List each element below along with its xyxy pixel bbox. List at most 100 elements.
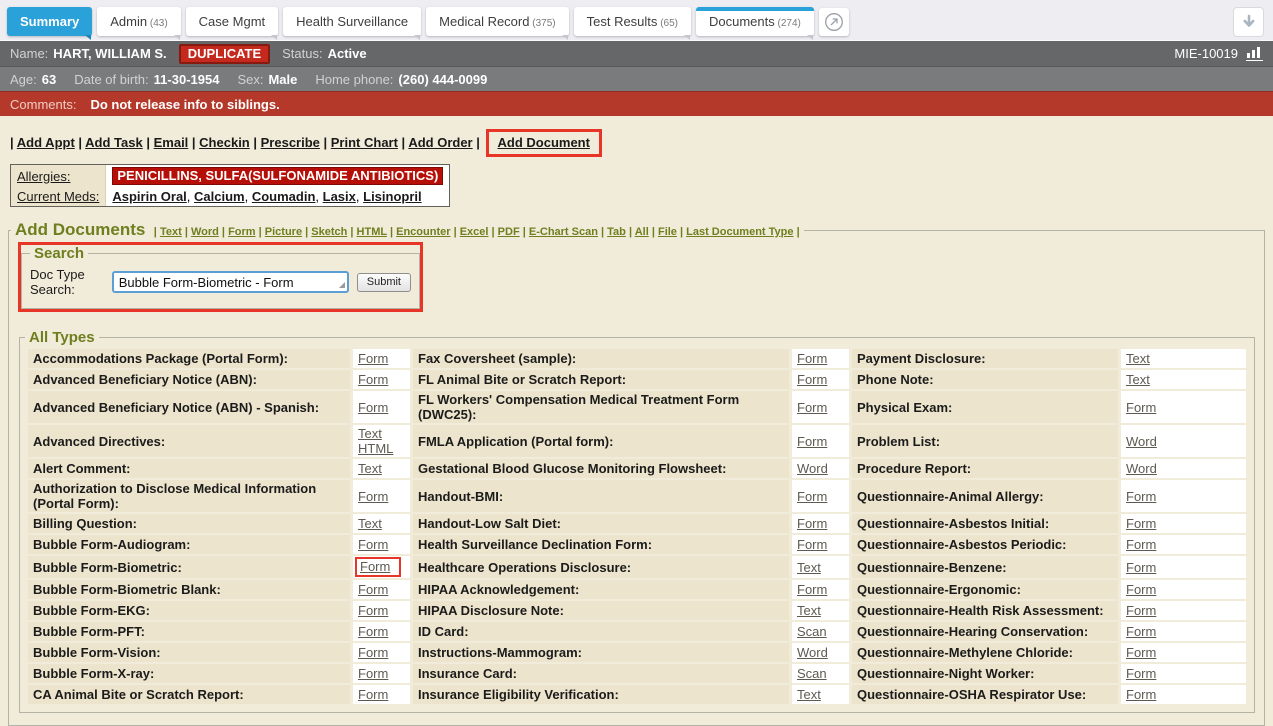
doc-type-label: ID Card: (413, 622, 789, 641)
bubble-form-vision-form-link[interactable]: Form (358, 645, 388, 660)
physical-exam-form-link[interactable]: Form (1126, 400, 1156, 415)
tab-admin[interactable]: Admin (43) (97, 7, 180, 36)
filter-link-excel[interactable]: Excel (460, 226, 489, 238)
bubble-form-pft-form-link[interactable]: Form (358, 624, 388, 639)
filter-link-e-chart-scan[interactable]: E-Chart Scan (529, 226, 598, 238)
filter-link-picture[interactable]: Picture (265, 226, 302, 238)
fax-coversheet-sample-form-link[interactable]: Form (797, 351, 827, 366)
id-card-scan-link[interactable]: Scan (797, 624, 827, 639)
questionnaire-health-risk-assessment-form-link[interactable]: Form (1126, 603, 1156, 618)
print-chart-link[interactable]: Print Chart (331, 135, 398, 150)
questionnaire-night-worker-form-link[interactable]: Form (1126, 666, 1156, 681)
filter-link-all[interactable]: All (635, 226, 649, 238)
fmla-application-portal-form-form-link[interactable]: Form (797, 434, 827, 449)
fl-animal-bite-or-scratch-report-form-link[interactable]: Form (797, 372, 827, 387)
med-link-coumadin[interactable]: Coumadin (252, 189, 316, 204)
healthcare-operations-disclosure-text-link[interactable]: Text (797, 560, 821, 575)
questionnaire-benzene-form-link[interactable]: Form (1126, 560, 1156, 575)
prescribe-link[interactable]: Prescribe (261, 135, 320, 150)
tab-health-surveillance[interactable]: Health Surveillance (283, 7, 421, 36)
health-surveillance-declination-form-form-link[interactable]: Form (797, 537, 827, 552)
doc-type-label: Bubble Form-X-ray: (28, 664, 350, 683)
patient-dob: 11-30-1954 (154, 72, 220, 87)
doc-type-search-input[interactable] (112, 271, 349, 293)
email-link[interactable]: Email (154, 135, 189, 150)
filter-link-html[interactable]: HTML (357, 226, 387, 238)
bubble-form-ekg-form-link[interactable]: Form (358, 603, 388, 618)
filter-link-text[interactable]: Text (160, 226, 182, 238)
bubble-form-biometric-form-link[interactable]: Form (360, 559, 390, 574)
doc-type-links: Form (353, 480, 410, 512)
questionnaire-animal-allergy-form-link[interactable]: Form (1126, 489, 1156, 504)
tab-medical-record[interactable]: Medical Record (375) (426, 7, 568, 36)
hipaa-disclosure-note-text-link[interactable]: Text (797, 603, 821, 618)
med-link-aspirin-oral[interactable]: Aspirin Oral (112, 189, 186, 204)
procedure-report-word-link[interactable]: Word (1126, 461, 1157, 476)
med-link-calcium[interactable]: Calcium (194, 189, 245, 204)
add-appt-link[interactable]: Add Appt (17, 135, 75, 150)
bubble-form-x-ray-form-link[interactable]: Form (358, 666, 388, 681)
handout-bmi-form-link[interactable]: Form (797, 489, 827, 504)
hipaa-acknowledgement-form-link[interactable]: Form (797, 582, 827, 597)
popout-tab-stub[interactable] (819, 8, 849, 36)
doc-type-links: Text (792, 556, 849, 578)
problem-list-word-link[interactable]: Word (1126, 434, 1157, 449)
doc-type-label: Questionnaire-OSHA Respirator Use: (852, 685, 1118, 704)
doc-type-links: Word (792, 643, 849, 662)
tab-test-results[interactable]: Test Results (65) (574, 7, 691, 36)
tab-bar: SummaryAdmin (43)Case Mgmt Health Surveil… (0, 0, 1273, 41)
checkin-link[interactable]: Checkin (199, 135, 250, 150)
authorization-to-disclose-medical-information-portal-form-form-link[interactable]: Form (358, 489, 388, 504)
tab-documents[interactable]: Documents (274) (696, 7, 814, 36)
advanced-directives-text-link[interactable]: Text (358, 426, 382, 441)
med-link-lasix[interactable]: Lasix (323, 189, 356, 204)
bubble-form-audiogram-form-link[interactable]: Form (358, 537, 388, 552)
phone-note-text-link[interactable]: Text (1126, 372, 1150, 387)
instructions-mammogram-word-link[interactable]: Word (797, 645, 828, 660)
filter-link-tab[interactable]: Tab (607, 226, 626, 238)
filter-link-pdf[interactable]: PDF (498, 226, 520, 238)
filter-link-word[interactable]: Word (191, 226, 219, 238)
tab-label: Health Surveillance (296, 14, 408, 29)
download-chart-button[interactable] (1233, 7, 1264, 37)
advanced-beneficiary-notice-abn-form-link[interactable]: Form (358, 372, 388, 387)
advanced-beneficiary-notice-abn-spanish-form-link[interactable]: Form (358, 400, 388, 415)
med-link-lisinopril[interactable]: Lisinopril (363, 189, 422, 204)
filter-link-last-document-type[interactable]: Last Document Type (686, 226, 793, 238)
bubble-form-biometric-blank-form-link[interactable]: Form (358, 582, 388, 597)
current-meds-link[interactable]: Current Meds: (17, 189, 99, 204)
advanced-directives-html-link[interactable]: HTML (358, 441, 393, 456)
fl-workers-compensation-medical-treatment-form-dwc25-form-link[interactable]: Form (797, 400, 827, 415)
insurance-card-scan-link[interactable]: Scan (797, 666, 827, 681)
filter-link-encounter[interactable]: Encounter (396, 226, 450, 238)
submit-button[interactable]: Submit (357, 273, 411, 292)
questionnaire-hearing-conservation-form-link[interactable]: Form (1126, 624, 1156, 639)
ca-animal-bite-or-scratch-report-form-link[interactable]: Form (358, 687, 388, 702)
accommodations-package-portal-form-form-link[interactable]: Form (358, 351, 388, 366)
allergies-link[interactable]: Allergies: (17, 169, 70, 184)
filter-link-file[interactable]: File (658, 226, 677, 238)
gestational-blood-glucose-monitoring-flowsheet-word-link[interactable]: Word (797, 461, 828, 476)
doc-type-label: Bubble Form-EKG: (28, 601, 350, 620)
add-document-link[interactable]: Add Document (498, 135, 590, 150)
search-annotation-box: Search Doc Type Search: Submit (18, 242, 423, 312)
alert-comment-text-link[interactable]: Text (358, 461, 382, 476)
doc-type-label: Billing Question: (28, 514, 350, 533)
questionnaire-ergonomic-form-link[interactable]: Form (1126, 582, 1156, 597)
questionnaire-osha-respirator-use-form-link[interactable]: Form (1126, 687, 1156, 702)
allergy-alert-badge[interactable]: PENICILLINS, SULFA(SULFONAMIDE ANTIBIOTI… (112, 167, 443, 185)
tab-summary[interactable]: Summary (7, 7, 92, 36)
questionnaire-asbestos-initial-form-link[interactable]: Form (1126, 516, 1156, 531)
add-task-link[interactable]: Add Task (85, 135, 143, 150)
add-order-link[interactable]: Add Order (408, 135, 472, 150)
questionnaire-methylene-chloride-form-link[interactable]: Form (1126, 645, 1156, 660)
questionnaire-asbestos-periodic-form-link[interactable]: Form (1126, 537, 1156, 552)
payment-disclosure-text-link[interactable]: Text (1126, 351, 1150, 366)
handout-low-salt-diet-form-link[interactable]: Form (797, 516, 827, 531)
billing-question-text-link[interactable]: Text (358, 516, 382, 531)
filter-link-form[interactable]: Form (228, 226, 256, 238)
chart-stats-icon[interactable] (1246, 46, 1263, 61)
filter-link-sketch[interactable]: Sketch (311, 226, 347, 238)
tab-case-mgmt[interactable]: Case Mgmt (186, 7, 278, 36)
insurance-eligibility-verification-text-link[interactable]: Text (797, 687, 821, 702)
